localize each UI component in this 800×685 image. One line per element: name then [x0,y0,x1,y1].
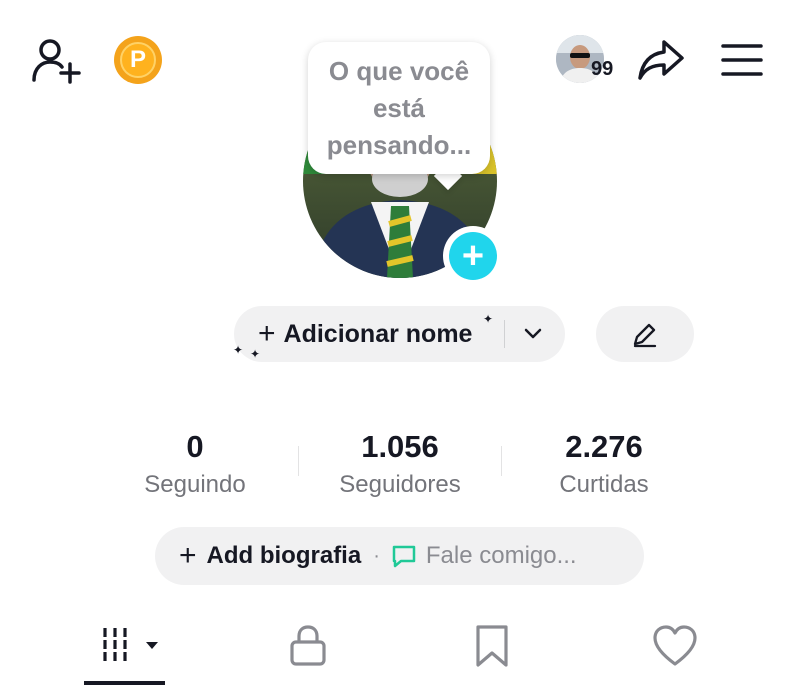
pencil-icon [630,319,660,349]
chevron-down-icon[interactable] [518,319,548,349]
plus-icon: + [258,317,276,350]
tab-private[interactable] [284,622,332,670]
edit-profile-button[interactable] [596,306,694,362]
tab-liked[interactable] [650,622,700,670]
coin-letter: P [120,42,156,78]
chat-placeholder: Fale comigo... [425,542,577,569]
share-icon[interactable] [636,36,686,84]
heart-icon [650,622,700,670]
add-name-label: Adicionar nome [283,319,473,348]
coin-icon[interactable]: P [114,36,162,84]
sparkle-icon: ✦ [483,312,494,326]
plus-icon: + [179,539,197,572]
separator-dot: · [373,544,380,567]
add-photo-button[interactable]: + [443,226,503,286]
thought-placeholder: O que você está pensando... [326,55,472,160]
add-friend-icon[interactable] [30,36,82,84]
active-tab-indicator [84,681,165,685]
sparkle-icon: ✦ [250,347,261,361]
stat-followers[interactable]: 1.056 Seguidores [300,428,500,502]
stat-likes[interactable]: 2.276 Curtidas [504,428,704,502]
stat-value: 1.056 [361,429,439,464]
tab-videos[interactable] [84,616,164,685]
tab-saved[interactable] [470,622,514,670]
add-bio-label: Add biografia [206,542,362,569]
chat-bubble-icon [390,542,418,570]
menu-icon[interactable] [720,40,764,80]
lock-icon [284,622,332,670]
bookmark-icon [470,622,514,670]
stat-divider [298,446,299,476]
stat-value: 2.276 [565,429,643,464]
divider [504,320,505,348]
plus-icon: + [449,232,497,280]
sparkle-icon: ✦ [233,343,244,357]
add-name-button[interactable]: + Adicionar nome [234,306,565,362]
grid-icon [84,616,164,668]
friend-count-badge: 99 [591,58,614,80]
stat-label: Seguidores [339,471,461,498]
add-bio-button[interactable]: + Add biografia · Fale comigo... [155,527,644,585]
stat-value: 0 [186,429,204,464]
stat-label: Curtidas [559,471,649,498]
stat-following[interactable]: 0 Seguindo [95,428,295,502]
stat-label: Seguindo [144,471,246,498]
stat-divider [501,446,502,476]
thought-bubble[interactable]: O que você está pensando... [308,42,490,174]
